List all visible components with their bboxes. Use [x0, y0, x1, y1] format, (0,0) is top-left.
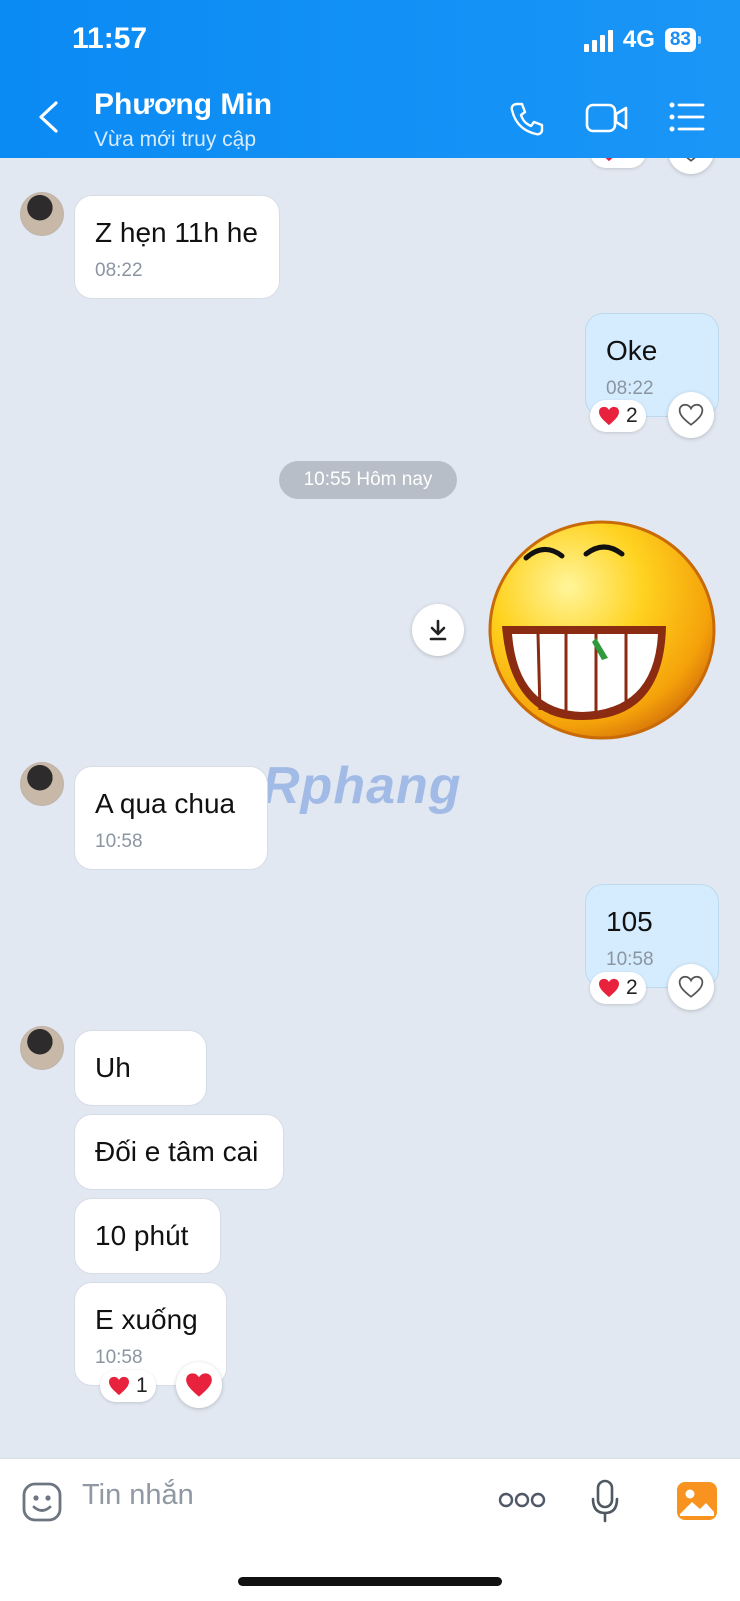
heart-icon — [599, 978, 619, 998]
more-icon[interactable] — [498, 1491, 546, 1509]
avatar[interactable] — [20, 1026, 64, 1070]
heart-icon — [186, 1373, 212, 1397]
home-indicator — [238, 1577, 502, 1586]
message-text: Oke — [606, 335, 658, 366]
status-time: 11:57 — [72, 22, 148, 55]
message-text: A qua chua — [95, 788, 236, 819]
contact-status: Vừa mới truy cập — [94, 128, 257, 151]
emoji-icon[interactable] — [21, 1481, 63, 1523]
incoming-message[interactable]: A qua chua 10:58 — [74, 766, 268, 870]
back-icon[interactable] — [36, 100, 62, 134]
avatar[interactable] — [20, 192, 64, 236]
heart-icon — [599, 406, 619, 426]
network-label: 4G — [622, 26, 655, 53]
incoming-message[interactable]: Đối e tâm cai — [74, 1114, 284, 1190]
incoming-message[interactable]: Uh — [74, 1030, 207, 1106]
reaction-count: 2 — [626, 158, 638, 164]
heart-outline-icon — [678, 403, 704, 426]
heart-outline-icon — [686, 158, 696, 162]
react-button[interactable] — [668, 392, 714, 438]
download-icon — [429, 619, 447, 641]
message-text: Uh — [95, 1052, 131, 1083]
react-button[interactable] — [668, 964, 714, 1010]
image-icon[interactable] — [676, 1481, 718, 1521]
react-button[interactable] — [176, 1362, 222, 1408]
reaction-summary[interactable]: 2 — [590, 158, 646, 168]
reaction-count: 2 — [626, 976, 638, 999]
reaction-count: 1 — [136, 1374, 148, 1397]
status-indicators: 4G 83 — [583, 26, 702, 54]
battery-icon: 83 — [664, 28, 702, 52]
menu-list-icon[interactable] — [668, 100, 706, 134]
heart-outline-icon — [678, 975, 704, 998]
video-call-icon[interactable] — [585, 100, 629, 136]
message-time: 10:58 — [95, 831, 143, 852]
incoming-message[interactable]: Z hẹn 11h he 08:22 — [74, 195, 280, 299]
message-input[interactable]: Tin nhắn — [82, 1479, 194, 1512]
reaction-summary[interactable]: 2 — [590, 400, 646, 432]
chat-header: 11:57 4G 83 Phương Min Vừa mới truy cập — [0, 0, 740, 158]
reaction-summary[interactable]: 1 — [100, 1370, 156, 1402]
phone-icon[interactable] — [508, 100, 546, 138]
message-list[interactable]: 2 Z hẹn 11h he 08:22 Oke 08:22 2 10:55 H… — [0, 158, 740, 1458]
reaction-count: 2 — [626, 404, 638, 427]
contact-name[interactable]: Phương Min — [94, 88, 272, 122]
date-separator: 10:55 Hôm nay — [279, 461, 457, 499]
incoming-message[interactable]: 10 phút — [74, 1198, 221, 1274]
message-text: E xuống — [95, 1304, 198, 1335]
download-button[interactable] — [412, 604, 464, 656]
message-text: Z hẹn 11h he — [95, 217, 258, 248]
microphone-icon[interactable] — [590, 1479, 620, 1523]
watermark: Rphang — [262, 756, 462, 816]
message-text: Đối e tâm cai — [95, 1136, 259, 1167]
message-composer: Tin nhắn — [0, 1458, 740, 1601]
signal-icon — [583, 28, 613, 52]
react-button[interactable] — [668, 158, 714, 174]
grinning-sticker[interactable] — [486, 520, 718, 746]
avatar[interactable] — [20, 762, 64, 806]
message-text: 105 — [606, 906, 653, 937]
heart-icon — [109, 1376, 129, 1396]
reaction-summary[interactable]: 2 — [590, 972, 646, 1004]
watermark-text: Rphang — [262, 757, 462, 815]
message-text: 10 phút — [95, 1220, 189, 1251]
message-time: 08:22 — [95, 260, 143, 281]
heart-icon — [605, 158, 613, 162]
